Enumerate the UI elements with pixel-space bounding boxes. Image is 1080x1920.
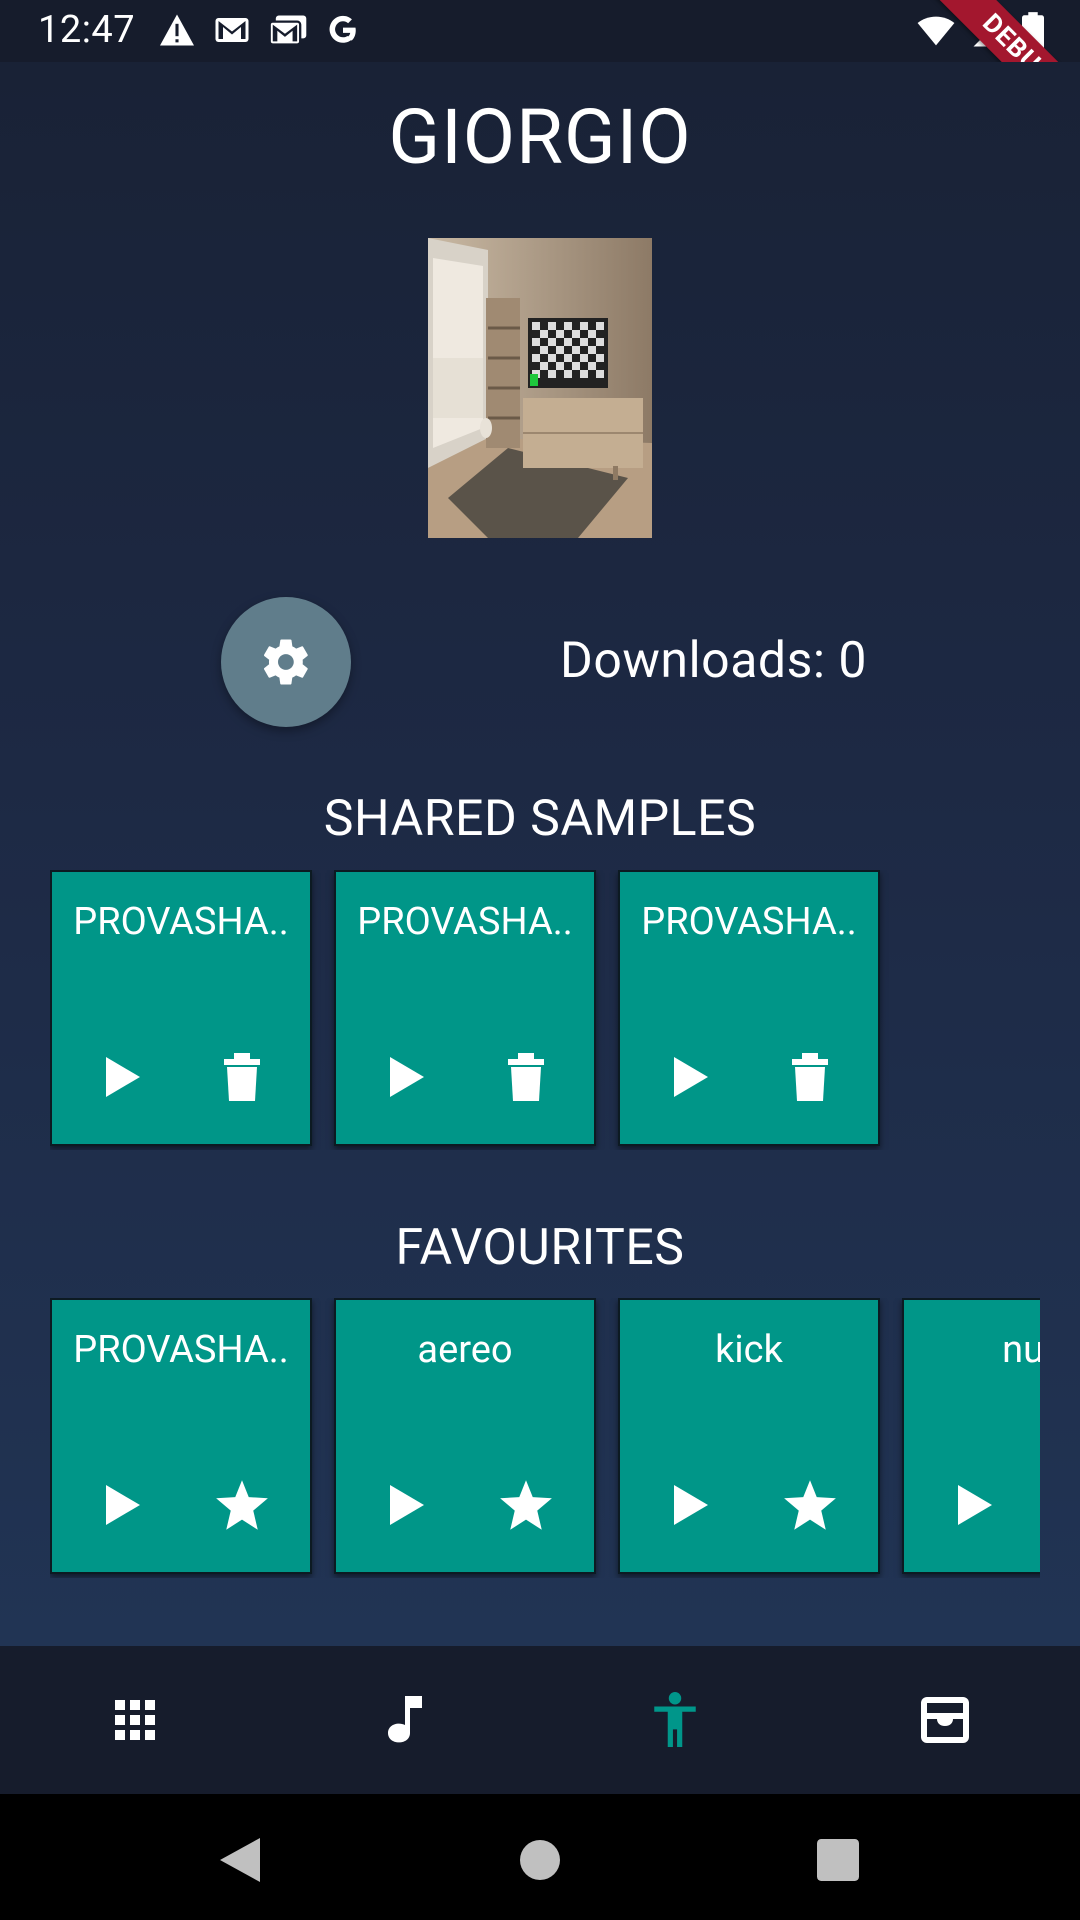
shared-samples-list[interactable]: PROVASHA.. PROVASHA.. PROVASHA.. (50, 870, 1040, 1150)
back-icon (220, 1838, 260, 1882)
grid-icon (115, 1700, 155, 1740)
gmail-icon (215, 18, 249, 42)
downloads-count: Downloads: 0 (560, 632, 868, 690)
sample-title: PROVASHA.. (73, 1328, 289, 1372)
inbox-icon (921, 1697, 969, 1743)
star-icon (784, 1480, 836, 1530)
play-button[interactable] (92, 1047, 152, 1107)
favourite-card[interactable]: nuc (902, 1298, 1040, 1574)
system-navigation-bar (0, 1794, 1080, 1920)
play-button[interactable] (376, 1475, 436, 1535)
trash-icon (792, 1053, 828, 1101)
sample-title: PROVASHA.. (641, 900, 857, 944)
play-icon (390, 1485, 424, 1525)
home-icon (520, 1840, 560, 1880)
home-button[interactable] (512, 1832, 568, 1888)
shared-sample-card[interactable]: PROVASHA.. (50, 870, 312, 1146)
favourites-list[interactable]: PROVASHA.. aereo kick nu (50, 1298, 1040, 1578)
nav-music[interactable] (375, 1690, 435, 1750)
gmail-stack-icon (268, 15, 307, 46)
google-icon (329, 15, 356, 43)
back-button[interactable] (212, 1832, 268, 1888)
favourite-button[interactable] (496, 1475, 556, 1535)
delete-button[interactable] (496, 1047, 556, 1107)
play-icon (674, 1485, 708, 1525)
shared-samples-title: SHARED SAMPLES (323, 790, 757, 848)
sample-title: aereo (417, 1328, 513, 1372)
accessibility-icon (654, 1692, 696, 1747)
warning-icon (160, 14, 194, 46)
play-button[interactable] (944, 1475, 1004, 1535)
settings-button[interactable] (221, 597, 351, 727)
gear-icon (263, 639, 308, 685)
sample-title: nuc (1002, 1328, 1040, 1372)
music-note-icon (388, 1696, 422, 1743)
room-illustration (428, 238, 652, 538)
page-title: GIORGIO (388, 92, 692, 182)
status-time: 12:47 (38, 8, 136, 52)
favourite-button[interactable] (212, 1475, 272, 1535)
shared-sample-card[interactable]: PROVASHA.. (334, 870, 596, 1146)
sample-title: kick (715, 1328, 783, 1372)
shared-sample-card[interactable]: PROVASHA.. (618, 870, 880, 1146)
sample-title: PROVASHA.. (357, 900, 573, 944)
play-icon (958, 1485, 992, 1525)
play-button[interactable] (92, 1475, 152, 1535)
star-icon (216, 1480, 268, 1530)
play-icon (106, 1485, 140, 1525)
play-icon (390, 1057, 424, 1097)
sample-title: PROVASHA.. (73, 900, 289, 944)
wifi-icon (917, 16, 955, 46)
favourite-card[interactable]: aereo (334, 1298, 596, 1574)
profile-image (428, 238, 652, 538)
favourite-card[interactable]: PROVASHA.. (50, 1298, 312, 1574)
recents-button[interactable] (810, 1832, 866, 1888)
favourites-title: FAVOURITES (395, 1219, 685, 1277)
play-button[interactable] (660, 1475, 720, 1535)
profile-screen: GIORGIO Downloads: 0 SHARED SAMPLES PROV… (0, 62, 1080, 1646)
recents-icon (817, 1839, 859, 1881)
trash-icon (508, 1053, 544, 1101)
star-icon (500, 1480, 552, 1530)
trash-icon (224, 1053, 260, 1101)
delete-button[interactable] (212, 1047, 272, 1107)
nav-inbox[interactable] (915, 1690, 975, 1750)
nav-profile[interactable] (645, 1690, 705, 1750)
play-button[interactable] (376, 1047, 436, 1107)
play-icon (106, 1057, 140, 1097)
bottom-navigation (0, 1646, 1080, 1794)
delete-button[interactable] (780, 1047, 840, 1107)
status-bar: 12:47 DEBUG (0, 0, 1080, 149)
favourite-button[interactable] (780, 1475, 840, 1535)
favourite-card[interactable]: kick (618, 1298, 880, 1574)
play-button[interactable] (660, 1047, 720, 1107)
nav-grid[interactable] (105, 1690, 165, 1750)
notification-icons (158, 13, 360, 47)
play-icon (674, 1057, 708, 1097)
